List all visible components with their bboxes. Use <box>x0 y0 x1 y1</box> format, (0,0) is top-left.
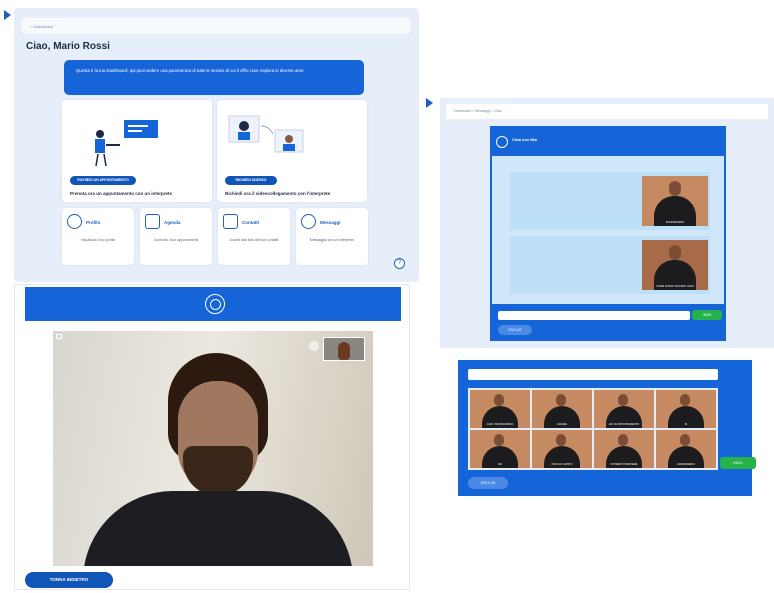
sign-caption: HO UN APPUNTAMENTO <box>608 423 640 426</box>
chat-messages: BUONGIORNO COME POSSO AIUTARTI OGGI <box>492 156 724 304</box>
remote-video <box>53 331 373 566</box>
card-desc: Messaggia con un interprete <box>309 238 355 242</box>
help-button[interactable]: ? <box>394 258 405 269</box>
page-title: Ciao, Mario Rossi <box>26 41 110 52</box>
sign-option[interactable]: SI <box>656 390 716 428</box>
card-desc: Controlla i tuoi appuntamenti <box>153 238 199 242</box>
request-videocall-button[interactable]: RICHIEDI ADESSO <box>225 176 277 185</box>
exit-lis-button[interactable]: ESCI LIS <box>468 477 508 489</box>
send-button[interactable]: INVIA <box>692 310 722 320</box>
book-appointment-button[interactable]: RICHIEDI UN APPUNTAMENTO <box>70 176 136 185</box>
breadcrumb: ⌂ Dashboard <box>22 18 410 34</box>
videocall-caption: Richiedi ora il videocollegamento con l'… <box>225 191 331 196</box>
sign-option[interactable]: CIAO / BUONGIORNO <box>470 390 530 428</box>
card-title: Messaggi <box>320 220 341 225</box>
sign-option[interactable]: ARRIVEDERCI <box>656 430 716 468</box>
sign-video-message[interactable]: COME POSSO AIUTARTI OGGI <box>642 240 708 290</box>
self-view-video[interactable] <box>323 337 365 361</box>
chat-panel: Dashboard > Messaggi > Chat Chat con Mia… <box>440 98 774 348</box>
sidebar-toggle-icon[interactable] <box>426 98 433 108</box>
interpreter-desk-illustration <box>95 120 158 167</box>
video-call-illustration <box>228 115 304 153</box>
sign-caption: POTRESTI RIPETERE <box>610 463 638 466</box>
card-title: Contatti <box>242 220 259 225</box>
message-row: BUONGIORNO <box>510 172 710 230</box>
exit-lis-button[interactable]: ESCI LIS <box>498 325 532 335</box>
sign-video-message[interactable]: BUONGIORNO <box>642 176 708 226</box>
card-title: Profilo <box>86 220 101 225</box>
video-call-panel: TORNA INDIETRO <box>14 284 410 590</box>
back-button[interactable]: TORNA INDIETRO <box>25 572 113 588</box>
contacts-icon <box>223 214 238 229</box>
contacts-card[interactable]: Contatti Accedi alla lista dei tuoi cont… <box>218 208 290 265</box>
camera-icon[interactable] <box>56 334 62 339</box>
booking-card[interactable]: RICHIEDI UN APPUNTAMENTO Prenota ora un … <box>62 100 212 202</box>
sign-option[interactable]: GRAZIE <box>532 390 592 428</box>
sign-message-input[interactable] <box>468 369 718 380</box>
sign-caption: NON HO CAPITO <box>551 463 573 466</box>
profile-card[interactable]: Profilo Visualizza il tuo profilo <box>62 208 134 265</box>
sign-caption: ARRIVEDERCI <box>677 463 695 466</box>
chat-title: Chat con Mia <box>512 137 537 142</box>
chat-window: Chat con Mia BUONGIORNO COME POSSO AIUTA… <box>490 126 726 341</box>
agenda-card[interactable]: Agenda Controlla i tuoi appuntamenti <box>140 208 212 265</box>
videocall-card[interactable]: RICHIEDI ADESSO Richiedi ora il videocol… <box>217 100 367 202</box>
video-header <box>25 287 401 321</box>
breadcrumb-label[interactable]: Dashboard <box>34 24 54 29</box>
sign-option[interactable]: POTRESTI RIPETERE <box>594 430 654 468</box>
sign-caption: SI <box>684 423 688 426</box>
pip-control-icon[interactable] <box>309 341 319 351</box>
sign-caption: NO <box>498 463 502 466</box>
message-caption: COME POSSO AIUTARTI OGGI <box>656 285 694 288</box>
user-icon <box>67 214 82 229</box>
sidebar-toggle-icon[interactable] <box>4 10 11 20</box>
sign-grid: CIAO / BUONGIORNO GRAZIE HO UN APPUNTAME… <box>468 388 718 470</box>
sign-caption: CIAO / BUONGIORNO <box>486 423 514 426</box>
chat-bubble-icon <box>301 214 316 229</box>
message-row: COME POSSO AIUTARTI OGGI <box>510 236 710 294</box>
card-title: Agenda <box>164 220 181 225</box>
webcam-icon <box>205 294 225 314</box>
message-caption: BUONGIORNO <box>665 221 684 224</box>
breadcrumb[interactable]: Dashboard > Messaggi > Chat <box>446 104 768 119</box>
intro-banner: Questa è la tua Dashboard, qui puoi vede… <box>64 60 364 95</box>
search-icon[interactable] <box>496 136 508 148</box>
sign-option[interactable]: NON HO CAPITO <box>532 430 592 468</box>
sign-caption: GRAZIE <box>557 423 567 426</box>
sign-option[interactable]: NO <box>470 430 530 468</box>
card-desc: Visualizza il tuo profilo <box>80 238 116 242</box>
calendar-icon <box>145 214 160 229</box>
card-desc: Accedi alla lista dei tuoi contatti <box>229 238 279 242</box>
booking-caption: Prenota ora un appuntamento con un inter… <box>70 191 173 196</box>
dashboard-panel: ⌂ Dashboard Ciao, Mario Rossi Questa è l… <box>14 8 419 282</box>
message-input[interactable] <box>498 311 690 320</box>
sign-picker-panel: CIAO / BUONGIORNO GRAZIE HO UN APPUNTAME… <box>458 360 756 496</box>
send-button[interactable]: INVIA <box>720 457 756 469</box>
sign-option[interactable]: HO UN APPUNTAMENTO <box>594 390 654 428</box>
messages-card[interactable]: Messaggi Messaggia con un interprete <box>296 208 368 265</box>
